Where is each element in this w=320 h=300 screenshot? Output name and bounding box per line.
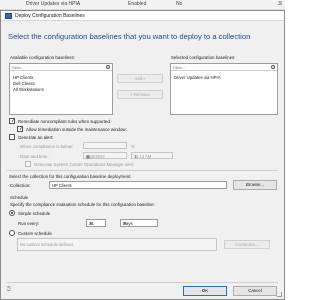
dialog-heading: Select the configuration baselines that … xyxy=(8,32,251,41)
alert-date-picker[interactable]: 3/26/2023 ▦ xyxy=(83,152,127,159)
spin-icon: ⇕ xyxy=(134,154,138,159)
available-baselines-list[interactable]: Filter... HP Clients Dell Clients All Wo… xyxy=(9,63,113,115)
resize-grip-icon[interactable] xyxy=(277,292,282,297)
search-icon xyxy=(271,65,275,69)
app-icon xyxy=(5,13,12,19)
background-row-name: Driver Updates via HPIA xyxy=(26,1,81,7)
checkmark-icon: ✓ xyxy=(11,118,16,124)
customize-button[interactable]: Customize... xyxy=(224,240,270,249)
run-every-unit-select[interactable]: Days ▼ xyxy=(120,219,158,227)
scom-alert-label: Generate System Center Operations Manage… xyxy=(34,162,134,167)
percent-sign: % xyxy=(131,144,135,149)
list-item[interactable]: Dell Clients xyxy=(13,81,35,86)
remediate-label: Remediate noncompliant rules when suppor… xyxy=(18,119,110,124)
list-item[interactable]: Driver Updates via HPIA xyxy=(174,75,221,80)
add-button[interactable]: Add > xyxy=(117,74,163,83)
custom-schedule-label: Custom schedule xyxy=(18,231,52,236)
ok-button[interactable]: OK xyxy=(183,286,227,296)
simple-schedule-radio[interactable] xyxy=(9,210,15,216)
run-every-number[interactable]: 21 ▼ xyxy=(86,219,106,227)
background-row-status: Enabled xyxy=(128,1,147,7)
browse-button[interactable]: Browse... xyxy=(233,180,277,190)
collection-label: Collection: xyxy=(10,183,31,188)
compliance-percent-field[interactable] xyxy=(83,142,127,149)
simple-schedule-label: Simple schedule xyxy=(18,211,51,216)
help-icon[interactable]: ⍰ xyxy=(7,287,11,294)
chevron-down-icon: ▼ xyxy=(123,221,128,226)
allow-outside-maintenance-label: Allow remediation outside the maintenanc… xyxy=(26,127,126,132)
compliance-below-label: When compliance is below: xyxy=(20,144,74,149)
background-row-col3: 3/ xyxy=(278,1,283,7)
calendar-icon: ▦ xyxy=(86,154,90,159)
list-item[interactable]: All Workstations xyxy=(13,87,44,92)
selected-baselines-list[interactable]: Filter... Driver Updates via HPIA xyxy=(170,63,278,115)
background-row-col2: No xyxy=(176,1,183,7)
alert-time-picker[interactable]: 11:13 AM ⇕ xyxy=(131,152,173,159)
available-filter-input[interactable]: Filter... xyxy=(10,64,112,71)
divider xyxy=(7,282,278,283)
cancel-button[interactable]: Cancel xyxy=(233,286,277,296)
date-time-label: Date and time: xyxy=(20,154,49,159)
custom-schedule-radio[interactable] xyxy=(9,230,15,236)
list-item[interactable]: HP Clients xyxy=(13,75,33,80)
deploy-configuration-baselines-dialog: Deploy Configuration Baselines Select th… xyxy=(0,10,285,300)
chevron-down-icon: ▼ xyxy=(89,221,94,226)
collection-intro: Select the collection for this configura… xyxy=(9,174,132,179)
checkmark-icon: ✓ xyxy=(19,126,24,132)
schedule-header: Schedule xyxy=(10,195,29,200)
remediate-checkbox[interactable]: ✓ xyxy=(9,118,15,124)
dialog-title-bar: Deploy Configuration Baselines xyxy=(1,11,284,21)
allow-outside-maintenance-checkbox[interactable]: ✓ xyxy=(17,126,23,132)
selected-baselines-label: Selected configuration baselines: xyxy=(171,55,236,60)
selected-filter-input[interactable]: Filter... xyxy=(171,64,277,71)
scom-alert-checkbox[interactable] xyxy=(25,161,31,167)
available-baselines-label: Available configuration baselines: xyxy=(10,55,76,60)
remove-button[interactable]: < Remove xyxy=(117,90,163,99)
schedule-intro: Specify the compliance evaluation schedu… xyxy=(10,202,155,207)
generate-alert-checkbox[interactable] xyxy=(9,134,15,140)
generate-alert-label: Generate an alert: xyxy=(18,135,54,140)
dialog-title: Deploy Configuration Baselines xyxy=(15,13,85,19)
collection-field[interactable]: HP Clients xyxy=(49,181,227,189)
run-every-label: Run every: xyxy=(18,221,40,226)
divider xyxy=(7,170,278,171)
search-icon xyxy=(106,65,110,69)
custom-schedule-field[interactable]: No custom schedule defined. xyxy=(17,238,217,251)
background-list-row[interactable]: Driver Updates via HPIA Enabled No 3/ xyxy=(0,0,285,10)
